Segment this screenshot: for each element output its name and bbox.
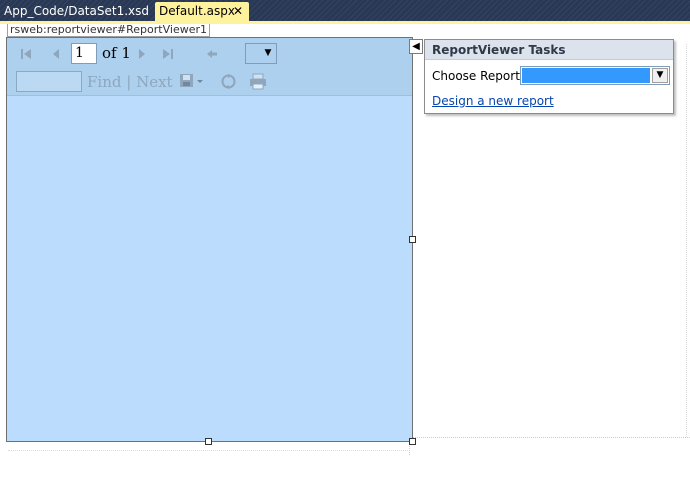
back-icon[interactable]: [205, 47, 219, 61]
choose-report-label: Choose Report: [432, 69, 520, 83]
tasks-panel-header: ReportViewer Tasks: [425, 40, 673, 60]
choose-report-value: [522, 68, 650, 83]
next-link[interactable]: Next: [136, 73, 173, 91]
zoom-select[interactable]: ▼: [245, 43, 277, 64]
resize-handle-right[interactable]: [409, 236, 416, 243]
first-page-icon[interactable]: [19, 47, 33, 61]
report-area: [7, 97, 412, 441]
tab-dataset1-xsd[interactable]: App_Code/DataSet1.xsd: [0, 2, 152, 21]
page-count-label: of 1: [102, 44, 131, 62]
dropdown-arrow-icon[interactable]: ▼: [652, 68, 668, 83]
prev-page-icon[interactable]: [49, 47, 63, 61]
design-new-report-link[interactable]: Design a new report: [432, 94, 554, 108]
find-text-input[interactable]: [16, 71, 82, 92]
document-tab-strip: App_Code/DataSet1.xsd Default.aspx ✕: [0, 0, 690, 21]
layout-guide: [8, 450, 410, 451]
smart-tag-icon[interactable]: ◀: [409, 39, 423, 54]
tasks-panel-title: ReportViewer Tasks: [432, 43, 566, 57]
next-page-icon[interactable]: [135, 47, 149, 61]
export-icon[interactable]: [178, 73, 204, 89]
tab-label: App_Code/DataSet1.xsd: [4, 4, 149, 18]
tab-label: Default.aspx: [159, 4, 235, 18]
find-next-links: Find | Next: [87, 74, 173, 90]
layout-guide: [686, 44, 687, 437]
resize-handle-bottom[interactable]: [205, 438, 212, 445]
refresh-icon[interactable]: [220, 73, 237, 90]
close-tab-icon[interactable]: ✕: [233, 2, 243, 20]
choose-report-dropdown[interactable]: ▼: [520, 66, 670, 85]
report-viewer-toolbar: 1 of 1 ▼ Find | Next: [7, 38, 412, 96]
layout-guide: [412, 437, 690, 438]
control-name-label: rsweb:reportviewer#ReportViewer1: [7, 24, 210, 37]
find-link[interactable]: Find: [87, 73, 121, 91]
reportviewer-tasks-panel: ReportViewer Tasks Choose Report ▼ Desig…: [424, 39, 674, 114]
tab-default-aspx[interactable]: Default.aspx ✕: [155, 2, 249, 21]
report-viewer-control[interactable]: 1 of 1 ▼ Find | Next: [6, 37, 413, 442]
dropdown-arrow-icon: ▼: [264, 48, 272, 58]
separator: |: [126, 73, 132, 91]
last-page-icon[interactable]: [161, 47, 175, 61]
page-number-input[interactable]: 1: [71, 43, 97, 64]
resize-handle-corner[interactable]: [409, 438, 416, 445]
print-icon[interactable]: [249, 73, 267, 90]
